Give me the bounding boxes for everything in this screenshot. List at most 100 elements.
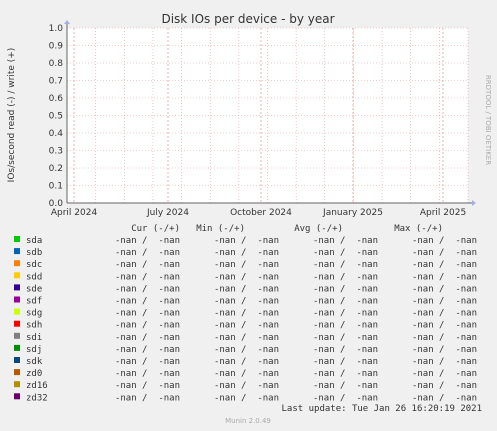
legend-name-zd16: zd16	[26, 381, 48, 391]
legend-swatch-sdf	[14, 296, 20, 303]
legend-avg-zd0: -nan / -nan	[313, 369, 378, 379]
legend-name-zd32: zd32	[26, 393, 48, 403]
legend-cur-sdc: -nan / -nan	[115, 260, 180, 270]
legend-name-sdi: sdi	[26, 333, 42, 343]
y-tick-label: 1.0	[49, 24, 64, 34]
x-tick-label: October 2024	[230, 208, 292, 218]
legend-max-sdb: -nan / -nan	[412, 248, 477, 258]
legend-swatch-sdi	[14, 332, 20, 339]
legend-avg-sdc: -nan / -nan	[313, 260, 378, 270]
legend-max-sde: -nan / -nan	[412, 284, 477, 294]
legend-min-sdi: -nan / -nan	[214, 333, 279, 343]
legend-header: Min (-/+)	[196, 224, 245, 234]
legend-avg-zd32: -nan / -nan	[313, 393, 378, 403]
legend-name-sdc: sdc	[26, 260, 42, 270]
legend-min-sdj: -nan / -nan	[214, 345, 279, 355]
legend-swatch-sdb	[14, 248, 20, 255]
legend-name-zd0: zd0	[26, 369, 42, 379]
legend-min-sde: -nan / -nan	[214, 284, 279, 294]
legend-swatch-sdk	[14, 357, 20, 363]
legend-swatch-sda	[14, 236, 20, 242]
legend-max-sdf: -nan / -nan	[412, 297, 477, 307]
legend-cur-sda: -nan / -nan	[115, 236, 180, 246]
legend-cur-sdk: -nan / -nan	[115, 357, 180, 367]
y-tick-label: 0.7	[49, 77, 63, 87]
legend-cur-zd16: -nan / -nan	[115, 381, 180, 391]
legend-avg-sdd: -nan / -nan	[313, 272, 378, 282]
legend-max-sdh: -nan / -nan	[412, 321, 477, 331]
legend-swatch-sdd	[14, 272, 20, 279]
legend-swatch-sdg	[14, 308, 20, 315]
x-tick-label: April 2025	[420, 208, 466, 218]
legend-avg-sdh: -nan / -nan	[313, 321, 378, 331]
legend-swatch-sdc	[14, 260, 20, 267]
legend-avg-sdb: -nan / -nan	[313, 248, 378, 258]
legend-min-zd0: -nan / -nan	[214, 369, 279, 379]
legend-min-zd16: -nan / -nan	[214, 381, 279, 391]
legend-name-sdf: sdf	[26, 297, 42, 307]
legend-cur-sdj: -nan / -nan	[115, 345, 180, 355]
y-tick-label: 0.8	[49, 59, 64, 69]
legend-header: Max (-/+)	[394, 224, 443, 234]
legend-cur-zd0: -nan / -nan	[115, 369, 180, 379]
legend-max-sdc: -nan / -nan	[412, 260, 477, 270]
legend-cur-sdd: -nan / -nan	[115, 272, 180, 282]
legend-min-zd32: -nan / -nan	[214, 393, 279, 403]
legend-min-sdb: -nan / -nan	[214, 248, 279, 258]
chart-title: Disk IOs per device - by year	[161, 12, 334, 26]
y-tick-label: 0.3	[49, 147, 63, 157]
legend-cur-sdi: -nan / -nan	[115, 333, 180, 343]
x-tick-label: July 2024	[146, 208, 189, 218]
legend-swatch-sdh	[14, 320, 20, 327]
y-tick-label: 0.9	[49, 42, 64, 52]
legend-avg-sda: -nan / -nan	[313, 236, 378, 246]
legend-swatch-sdj	[14, 344, 20, 351]
legend-name-sda: sda	[26, 236, 42, 246]
legend-min-sda: -nan / -nan	[214, 236, 279, 246]
legend-max-zd16: -nan / -nan	[412, 381, 477, 391]
legend-cur-sdh: -nan / -nan	[115, 321, 180, 331]
legend-avg-sde: -nan / -nan	[313, 284, 378, 294]
y-tick-label: 0.6	[49, 94, 64, 104]
legend-cur-sdf: -nan / -nan	[115, 297, 180, 307]
legend-min-sdd: -nan / -nan	[214, 272, 279, 282]
legend-cur-sde: -nan / -nan	[115, 284, 180, 294]
legend-name-sdb: sdb	[26, 248, 42, 258]
legend-name-sdh: sdh	[26, 321, 42, 331]
legend-avg-zd16: -nan / -nan	[313, 381, 378, 391]
legend-min-sdc: -nan / -nan	[214, 260, 279, 270]
legend-min-sdh: -nan / -nan	[214, 321, 279, 331]
legend-min-sdf: -nan / -nan	[214, 297, 279, 307]
legend-swatch-zd16	[14, 381, 20, 388]
legend-name-sdg: sdg	[26, 309, 42, 319]
legend-max-sda: -nan / -nan	[412, 236, 477, 246]
rrdtool-credit: RRDTOOL / TOBI OETIKER	[484, 75, 492, 165]
x-tick-label: April 2024	[51, 208, 98, 218]
legend-avg-sdf: -nan / -nan	[313, 297, 378, 307]
legend-cur-sdb: -nan / -nan	[115, 248, 180, 258]
last-update: Last update: Tue Jan 26 16:20:19 2021	[282, 404, 482, 414]
y-axis-label: IOs/second read (-) / write (+)	[7, 48, 17, 183]
legend-avg-sdk: -nan / -nan	[313, 357, 378, 367]
munin-version: Munin 2.0.49	[225, 417, 271, 425]
legend-name-sdj: sdj	[26, 345, 42, 355]
legend-swatch-sde	[14, 284, 20, 291]
legend-name-sdk: sdk	[26, 357, 43, 367]
legend-max-sdd: -nan / -nan	[412, 272, 477, 282]
legend-avg-sdi: -nan / -nan	[313, 333, 378, 343]
y-tick-label: 0.1	[49, 182, 63, 192]
legend-min-sdg: -nan / -nan	[214, 309, 279, 319]
legend-avg-sdg: -nan / -nan	[313, 309, 378, 319]
legend-max-sdk: -nan / -nan	[412, 357, 477, 367]
legend-header: Avg (-/+)	[294, 224, 343, 234]
chart: Disk IOs per device - by year RRDTOOL / …	[0, 0, 497, 431]
legend-name-sde: sde	[26, 284, 42, 294]
legend-max-zd32: -nan / -nan	[412, 393, 477, 403]
y-tick-label: 0.4	[49, 129, 64, 139]
legend-max-zd0: -nan / -nan	[412, 369, 477, 379]
legend-max-sdi: -nan / -nan	[412, 333, 477, 343]
x-tick-label: January 2025	[322, 208, 383, 218]
legend-swatch-zd0	[14, 369, 20, 376]
legend-cur-sdg: -nan / -nan	[115, 309, 180, 319]
legend-swatch-zd32	[14, 393, 20, 400]
